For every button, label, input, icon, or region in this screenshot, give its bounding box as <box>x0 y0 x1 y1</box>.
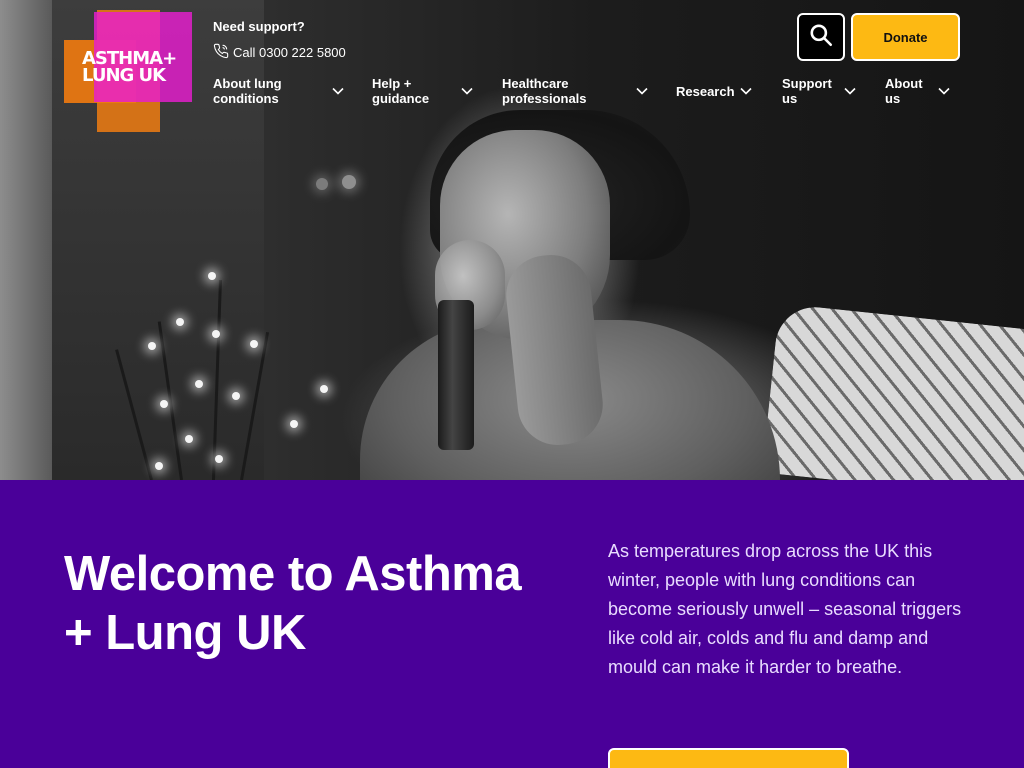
logo[interactable]: ASTHMA+ LUNG UK <box>64 10 192 134</box>
chevron-down-icon <box>332 87 344 95</box>
fairy-light <box>195 380 203 388</box>
hero-wall <box>0 0 52 480</box>
nav-item-help-guidance[interactable]: Help + guidance <box>372 76 473 106</box>
page-title: Welcome to Asthma + Lung UK <box>64 545 554 663</box>
chevron-down-icon <box>461 87 473 95</box>
fairy-light <box>215 455 223 463</box>
nav-item-label: Healthcare professionals <box>502 76 587 106</box>
fairy-light <box>208 272 216 280</box>
fairy-light <box>176 318 184 326</box>
hero-nebuliser <box>438 300 474 450</box>
nav-item-support-us[interactable]: Support us <box>782 76 858 106</box>
nav-item-research[interactable]: Research <box>676 76 758 106</box>
page-title-line2: + Lung UK <box>64 606 306 660</box>
fairy-light <box>250 340 258 348</box>
nav-item-label: Help + guidance <box>372 76 429 106</box>
fairy-light <box>148 342 156 350</box>
fairy-light <box>290 420 298 428</box>
logo-text: ASTHMA+ LUNG UK <box>82 50 177 86</box>
chevron-down-icon <box>938 87 950 95</box>
fairy-light <box>316 178 328 190</box>
nav-item-about-us[interactable]: About us <box>885 76 951 106</box>
phone-icon <box>213 43 229 62</box>
nav-item-label: About us <box>885 76 923 106</box>
nav-item-label: About lung conditions <box>213 76 282 106</box>
nav-label-line1: About lung <box>213 76 282 91</box>
support-phone-text: Call 0300 222 5800 <box>233 45 346 60</box>
fairy-light <box>185 435 193 443</box>
cta-button[interactable] <box>608 748 849 768</box>
fairy-light <box>320 385 328 393</box>
fairy-light <box>160 400 168 408</box>
search-button[interactable] <box>797 13 845 61</box>
nav-item-label: Research <box>676 84 735 99</box>
nav-label-line1: About <box>885 76 923 91</box>
chevron-down-icon <box>636 87 648 95</box>
nav-item-about-lung-conditions[interactable]: About lung conditions <box>213 76 345 106</box>
nav-label-line1: Research <box>676 83 735 99</box>
logo-text-line2: LUNG UK <box>82 65 166 86</box>
nav-label-line2: professionals <box>502 91 587 106</box>
chevron-down-icon <box>740 87 752 95</box>
fairy-light <box>232 392 240 400</box>
nav-label-line1: Help + <box>372 76 412 91</box>
intro-text: As temperatures drop across the UK this … <box>608 541 962 677</box>
chevron-down-icon <box>844 87 856 95</box>
nav-item-healthcare-professionals[interactable]: Healthcare professionals <box>502 76 648 106</box>
nav-label-line2: us <box>885 91 901 106</box>
hero-pillow <box>761 303 1024 480</box>
page-title-line1: Welcome to Asthma <box>64 547 522 601</box>
search-icon <box>808 22 834 53</box>
support-title: Need support? <box>213 19 305 34</box>
fairy-light <box>155 462 163 470</box>
nav-item-label: Support us <box>782 76 832 106</box>
nav-label-line1: Support <box>782 76 832 91</box>
support-phone-link[interactable]: Call 0300 222 5800 <box>213 43 346 62</box>
nav-label-line2: conditions <box>213 91 279 106</box>
fairy-light <box>342 175 356 189</box>
donate-button[interactable]: Donate <box>851 13 960 61</box>
nav-label-line2: us <box>782 91 798 106</box>
fairy-light <box>212 330 220 338</box>
nav-label-line2: guidance <box>372 91 430 106</box>
nav-label-line1: Healthcare <box>502 76 569 91</box>
